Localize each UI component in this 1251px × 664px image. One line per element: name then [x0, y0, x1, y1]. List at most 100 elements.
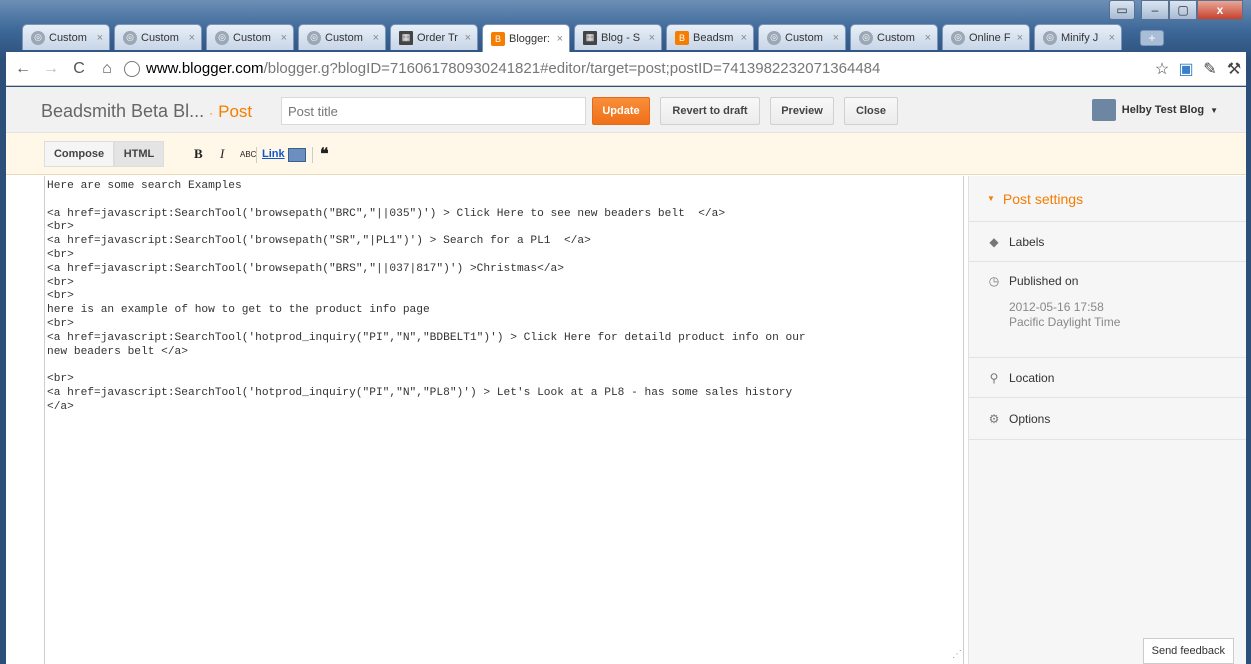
globe-icon: ◎: [1043, 30, 1057, 45]
tab-close-icon[interactable]: ×: [373, 32, 379, 44]
browser-tab-label: Custom: [877, 31, 915, 44]
grid-icon: ▦: [399, 30, 413, 45]
tab-strip: ◎ Custom × ◎ Custom × ◎ Custom × ◎ Custom × ▦ Order T…: [22, 24, 1222, 52]
post-settings-sidebar: ▼ Post settings ◆ Labels ◷ Published on …: [968, 176, 1246, 664]
browser-tab-label: Custom: [141, 31, 179, 44]
image-icon[interactable]: [288, 148, 306, 162]
globe-icon: ◎: [31, 30, 45, 45]
tab-close-icon[interactable]: ×: [925, 32, 931, 44]
tab-close-icon[interactable]: ×: [97, 32, 103, 44]
html-editor-textarea[interactable]: Here are some search Examples <a href=ja…: [44, 176, 964, 664]
toolbar-divider: [312, 147, 313, 163]
grid-icon: ▦: [583, 30, 597, 45]
close-button[interactable]: Close: [844, 97, 898, 125]
minimize-button[interactable]: –: [1141, 0, 1169, 20]
browser-tab-label: Custom: [325, 31, 363, 44]
home-icon[interactable]: ⌂: [96, 60, 118, 78]
tab-close-icon[interactable]: ×: [833, 32, 839, 44]
browser-toolbar: ← → C ⌂ www.blogger.com/blogger.g?blogID…: [6, 52, 1246, 86]
browser-tab[interactable]: ◎ Custom ×: [22, 24, 110, 50]
address-path: /blogger.g?blogID=7160617809302418​21#ed…: [263, 60, 881, 77]
globe-icon: ◎: [123, 30, 137, 45]
tab-close-icon[interactable]: ×: [649, 32, 655, 44]
browser-tab[interactable]: ◎ Custom ×: [114, 24, 202, 50]
browser-tab-label: Custom: [233, 31, 271, 44]
window-close-button[interactable]: x: [1197, 0, 1243, 20]
update-button[interactable]: Update: [592, 97, 650, 125]
sidebar-item-labels[interactable]: ◆ Labels: [969, 222, 1246, 262]
browser-tab[interactable]: ▦ Blog - S ×: [574, 24, 662, 50]
blogger-icon: B: [675, 30, 689, 45]
pen-icon[interactable]: ✎: [1198, 59, 1222, 79]
post-title-input[interactable]: [281, 97, 586, 125]
reload-icon[interactable]: C: [68, 60, 90, 78]
strikethrough-button[interactable]: ABC: [240, 150, 256, 159]
send-feedback-button[interactable]: Send feedback: [1142, 638, 1234, 664]
browser-tab[interactable]: ◎ Custom ×: [298, 24, 386, 50]
new-tab-button[interactable]: +: [1140, 30, 1164, 46]
back-icon[interactable]: ←: [12, 60, 34, 78]
preview-button[interactable]: Preview: [770, 97, 834, 125]
location-label: Location: [1009, 370, 1055, 385]
extension-icon[interactable]: ▣: [1174, 59, 1198, 79]
link-button[interactable]: Link: [262, 148, 285, 160]
compose-mode-button[interactable]: Compose: [44, 141, 114, 167]
globe-icon: ◎: [951, 30, 965, 45]
clock-icon: ◷: [988, 274, 1000, 288]
browser-tab[interactable]: ◎ Custom ×: [206, 24, 294, 50]
browser-tab[interactable]: ◎ Custom ×: [850, 24, 938, 50]
wrench-icon[interactable]: ⚒: [1222, 59, 1246, 79]
tab-close-icon[interactable]: ×: [281, 32, 287, 44]
window-right-edge: [1246, 87, 1251, 664]
published-timezone: Pacific Daylight Time: [1009, 315, 1121, 329]
sidebar-item-options[interactable]: ⚙ Options: [969, 398, 1246, 440]
profile-name: Helby Test Blog: [1121, 104, 1205, 116]
profile-menu[interactable]: Helby Test Blog ▼: [1091, 99, 1218, 121]
tab-close-icon[interactable]: ×: [741, 32, 747, 44]
globe-icon: [124, 60, 140, 77]
window-controls: ▭ – ▢ x: [1109, 0, 1243, 20]
browser-tab[interactable]: B Beadsm ×: [666, 24, 754, 50]
sidebar-item-published[interactable]: ◷ Published on 2012-05-16 17:58 Pacific …: [969, 262, 1246, 358]
forward-icon[interactable]: →: [40, 60, 62, 78]
chevron-down-icon: ▼: [1210, 105, 1218, 115]
tab-close-icon[interactable]: ×: [1109, 32, 1115, 44]
editor-area: Here are some search Examples <a href=ja…: [6, 176, 968, 664]
browser-tab-label: Custom: [785, 31, 823, 44]
browser-tab[interactable]: ◎ Custom ×: [758, 24, 846, 50]
published-on-label: Published on: [1009, 274, 1079, 288]
blogger-editor: Beadsmith Beta Bl... · Post Update Rever…: [6, 87, 1246, 664]
maximize-button[interactable]: ▢: [1169, 0, 1197, 20]
italic-button[interactable]: I: [220, 146, 224, 162]
html-mode-button[interactable]: HTML: [114, 141, 164, 167]
triangle-down-icon: ▼: [987, 194, 995, 203]
revert-to-draft-button[interactable]: Revert to draft: [660, 97, 760, 125]
options-label: Options: [1009, 411, 1051, 426]
browser-tab[interactable]: ▦ Order Tr ×: [390, 24, 478, 50]
tab-close-icon[interactable]: ×: [465, 32, 471, 44]
editor-gutter: [6, 176, 44, 664]
globe-icon: ◎: [767, 30, 781, 45]
sidebar-item-location[interactable]: ⚲ Location: [969, 358, 1246, 398]
browser-tab[interactable]: ◎ Minify J ×: [1034, 24, 1122, 50]
tab-close-icon[interactable]: ×: [557, 33, 563, 45]
browser-tab[interactable]: B Blogger: ×: [482, 24, 570, 52]
published-date: 2012-05-16 17:58: [1009, 300, 1104, 314]
globe-icon: ◎: [307, 30, 321, 45]
post-settings-header[interactable]: ▼ Post settings: [969, 176, 1246, 222]
quote-icon[interactable]: ❝: [320, 144, 329, 164]
blog-name: Beadsmith Beta Bl...: [41, 101, 205, 121]
address-bar[interactable]: www.blogger.com/blogger.g?blogID=7160617…: [124, 56, 1144, 82]
bold-button[interactable]: B: [194, 146, 203, 162]
editor-header: Beadsmith Beta Bl... · Post Update Rever…: [6, 87, 1246, 133]
window-extra-button[interactable]: ▭: [1109, 0, 1135, 20]
browser-tab-label: Blogger:: [509, 32, 550, 45]
tab-close-icon[interactable]: ×: [189, 32, 195, 44]
resize-handle-icon[interactable]: ⋰: [952, 649, 962, 660]
globe-icon: ◎: [215, 30, 229, 45]
tab-close-icon[interactable]: ×: [1017, 32, 1023, 44]
labels-label: Labels: [1009, 234, 1045, 249]
browser-tab[interactable]: ◎ Online F ×: [942, 24, 1030, 50]
tag-icon: ◆: [989, 234, 999, 249]
star-icon[interactable]: ☆: [1150, 59, 1174, 79]
